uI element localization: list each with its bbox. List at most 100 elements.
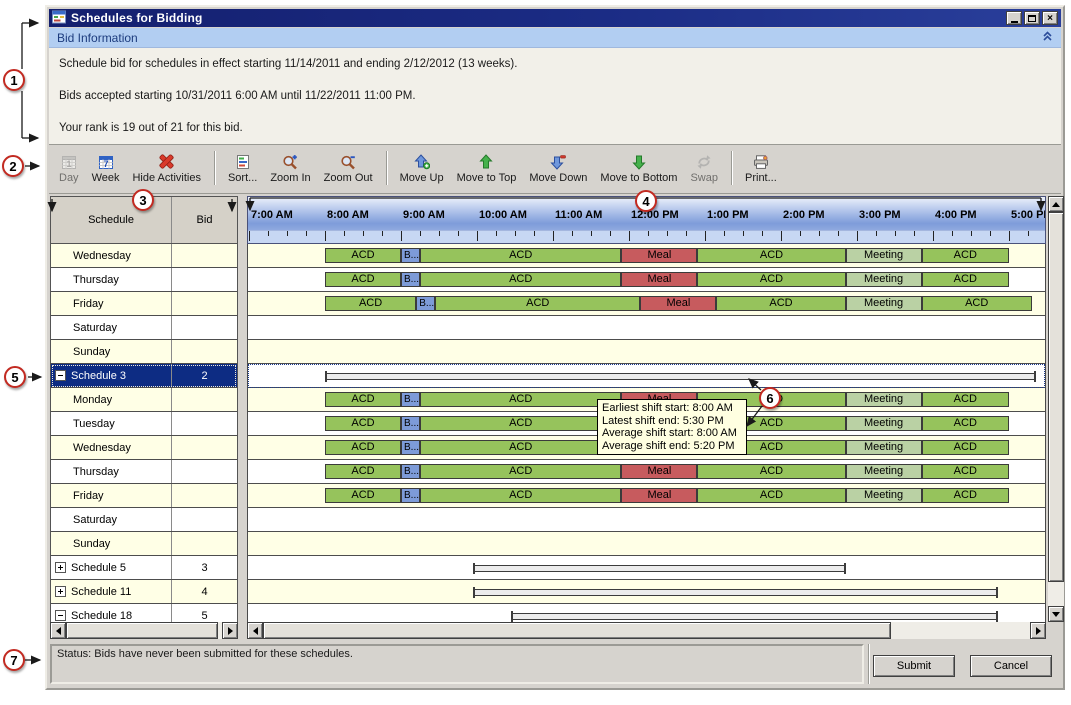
activity-bar-acd[interactable]: ACD — [922, 488, 1009, 503]
collapse-box-icon[interactable] — [55, 370, 66, 381]
scroll-thumb[interactable] — [66, 622, 218, 639]
activity-bar-break[interactable]: B... — [401, 248, 420, 263]
activity-bar-acd[interactable]: ACD — [420, 416, 621, 431]
activity-bar-acd[interactable]: ACD — [325, 416, 401, 431]
week-button[interactable]: 7Week — [86, 151, 126, 185]
shift-span-bar[interactable] — [473, 563, 845, 574]
expand-box-icon[interactable] — [55, 562, 66, 573]
column-header-bid[interactable]: Bid — [172, 197, 237, 243]
activity-bar-acd[interactable]: ACD — [922, 440, 1009, 455]
table-row-schedule-5[interactable]: Schedule 53 — [51, 556, 237, 580]
activity-bar-acd[interactable]: ACD — [325, 272, 401, 287]
activity-bar-break[interactable]: B... — [401, 392, 420, 407]
timeline-row-friday[interactable]: ACDB...ACDMealACDMeetingACD — [248, 484, 1045, 508]
activity-bar-acd[interactable]: ACD — [325, 248, 401, 263]
expand-box-icon[interactable] — [55, 586, 66, 597]
cancel-button[interactable]: Cancel — [970, 655, 1052, 677]
table-row-saturday[interactable]: Saturday — [51, 508, 237, 532]
scroll-left-button[interactable] — [247, 622, 263, 639]
zoom-out-button[interactable]: Zoom Out — [318, 151, 379, 185]
column-header-schedule[interactable]: Schedule — [51, 197, 172, 243]
activity-bar-acd[interactable]: ACD — [922, 248, 1009, 263]
zoom-in-button[interactable]: Zoom In — [264, 151, 316, 185]
activity-bar-meeting[interactable]: Meeting — [846, 464, 922, 479]
activity-bar-acd[interactable]: ACD — [922, 392, 1009, 407]
activity-bar-meeting[interactable]: Meeting — [846, 392, 922, 407]
table-row-thursday[interactable]: Thursday — [51, 268, 237, 292]
table-row-friday[interactable]: Friday — [51, 484, 237, 508]
scroll-up-button[interactable] — [1048, 196, 1064, 212]
activity-bar-acd[interactable]: ACD — [325, 440, 401, 455]
activity-bar-break[interactable]: B... — [401, 488, 420, 503]
move-up-button[interactable]: Move Up — [394, 151, 450, 185]
table-row-sunday[interactable]: Sunday — [51, 340, 237, 364]
timeline-row-sunday[interactable] — [248, 340, 1045, 364]
activity-bar-acd[interactable]: ACD — [420, 392, 621, 407]
table-row-saturday[interactable]: Saturday — [51, 316, 237, 340]
activity-bar-acd[interactable]: ACD — [922, 464, 1009, 479]
activity-bar-acd[interactable]: ACD — [697, 272, 845, 287]
table-row-schedule-3[interactable]: Schedule 32 — [51, 364, 237, 388]
submit-button[interactable]: Submit — [873, 655, 955, 677]
move-down-button[interactable]: Move Down — [523, 151, 593, 185]
activity-bar-break[interactable]: B... — [401, 416, 420, 431]
activity-bar-meal[interactable]: Meal — [640, 296, 716, 311]
timeline-vertical-scrollbar[interactable] — [1048, 196, 1064, 622]
activity-bar-acd[interactable]: ACD — [697, 488, 845, 503]
activity-bar-acd[interactable]: ACD — [922, 272, 1009, 287]
close-button[interactable]: × — [1042, 11, 1058, 25]
activity-bar-meal[interactable]: Meal — [621, 248, 697, 263]
timeline-horizontal-scrollbar[interactable] — [247, 622, 1046, 639]
table-row-monday[interactable]: Monday — [51, 388, 237, 412]
activity-bar-meeting[interactable]: Meeting — [846, 416, 922, 431]
shift-span-bar[interactable] — [473, 587, 997, 598]
table-row-schedule-11[interactable]: Schedule 114 — [51, 580, 237, 604]
shift-span-bar[interactable] — [325, 371, 1036, 382]
timeline-row-saturday[interactable] — [248, 508, 1045, 532]
activity-bar-meeting[interactable]: Meeting — [846, 440, 922, 455]
activity-bar-acd[interactable]: ACD — [435, 296, 640, 311]
timeline-row-thursday[interactable]: ACDB...ACDMealACDMeetingACD — [248, 460, 1045, 484]
activity-bar-acd[interactable]: ACD — [420, 488, 621, 503]
scroll-right-button[interactable] — [222, 622, 238, 639]
scroll-down-button[interactable] — [1048, 606, 1064, 622]
activity-bar-acd[interactable]: ACD — [420, 464, 621, 479]
activity-bar-meeting[interactable]: Meeting — [846, 248, 922, 263]
activity-bar-acd[interactable]: ACD — [922, 296, 1032, 311]
table-row-thursday[interactable]: Thursday — [51, 460, 237, 484]
activity-bar-acd[interactable]: ACD — [716, 296, 845, 311]
activity-bar-acd[interactable]: ACD — [697, 464, 845, 479]
timeline-row-schedule-3[interactable] — [248, 364, 1045, 388]
table-row-tuesday[interactable]: Tuesday — [51, 412, 237, 436]
table-row-sunday[interactable]: Sunday — [51, 532, 237, 556]
activity-bar-break[interactable]: B... — [401, 272, 420, 287]
activity-bar-acd[interactable]: ACD — [325, 392, 401, 407]
hide-activities-button[interactable]: Hide Activities — [126, 151, 206, 185]
timeline-row-schedule-11[interactable] — [248, 580, 1045, 604]
table-row-friday[interactable]: Friday — [51, 292, 237, 316]
activity-bar-meal[interactable]: Meal — [621, 488, 697, 503]
sort-button[interactable]: Sort... — [222, 151, 263, 185]
activity-bar-acd[interactable]: ACD — [420, 440, 621, 455]
timeline-row-schedule-5[interactable] — [248, 556, 1045, 580]
scroll-left-button[interactable] — [50, 622, 66, 639]
activity-bar-acd[interactable]: ACD — [325, 296, 416, 311]
activity-bar-break[interactable]: B... — [401, 464, 420, 479]
print-button[interactable]: Print... — [739, 151, 783, 185]
activity-bar-meal[interactable]: Meal — [621, 272, 697, 287]
table-row-schedule-18[interactable]: Schedule 185 — [51, 604, 237, 622]
activity-bar-meeting[interactable]: Meeting — [846, 296, 922, 311]
activity-bar-meal[interactable]: Meal — [621, 464, 697, 479]
collapse-box-icon[interactable] — [55, 610, 66, 621]
timeline-row-saturday[interactable] — [248, 316, 1045, 340]
scroll-thumb[interactable] — [1048, 212, 1064, 582]
table-row-wednesday[interactable]: Wednesday — [51, 244, 237, 268]
activity-bar-acd[interactable]: ACD — [325, 464, 401, 479]
timeline-row-wednesday[interactable]: ACDB...ACDMealACDMeetingACD — [248, 244, 1045, 268]
timeline-row-schedule-18[interactable] — [248, 604, 1045, 622]
minimize-button[interactable] — [1006, 11, 1022, 25]
move-to-top-button[interactable]: Move to Top — [451, 151, 523, 185]
maximize-button[interactable] — [1024, 11, 1040, 25]
activity-bar-break[interactable]: B... — [401, 440, 420, 455]
table-row-wednesday[interactable]: Wednesday — [51, 436, 237, 460]
